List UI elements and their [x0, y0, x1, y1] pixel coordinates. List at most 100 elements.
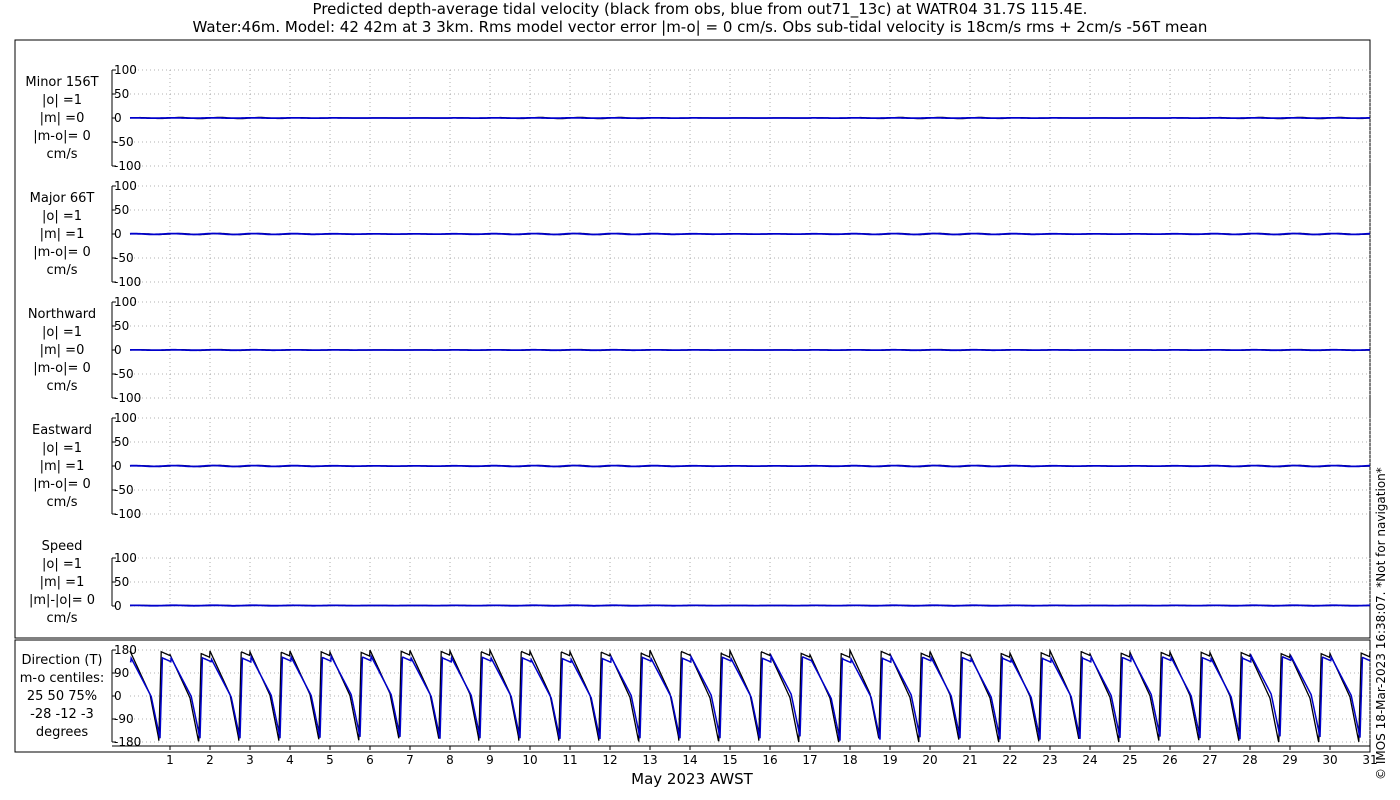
x-tick-label: 2 — [206, 753, 214, 767]
y-tick-label: 0 — [114, 227, 122, 241]
panel-label-line: Major 66T — [30, 191, 95, 206]
x-tick-label: 13 — [642, 753, 657, 767]
x-tick-label: 25 — [1122, 753, 1137, 767]
x-tick-label: 30 — [1322, 753, 1337, 767]
panel-major: 100 50 0 -50 -100 Major 66T |o| =1 |m| =1 |m-o|=… — [30, 179, 1371, 289]
credit-text: © IMOS 18-Mar-2023 16:38:07. *Not for na… — [1374, 467, 1388, 780]
panel-label-line: |m-o|= 0 — [33, 245, 91, 260]
panel-northward: 100 50 0 -50 -100 Northward |o| =1 |m| =0 |m-o|=… — [28, 295, 1371, 405]
panel-label-line: |m-o|= 0 — [33, 129, 91, 144]
x-tick-label: 16 — [762, 753, 777, 767]
y-tick-label: 100 — [114, 63, 137, 77]
panel-label-line: Eastward — [32, 423, 92, 438]
y-tick-label: -100 — [114, 391, 141, 405]
panel-label-line: 25 50 75% — [27, 689, 97, 704]
series-model-line — [129, 232, 1370, 236]
panel-label-line: |o| =1 — [42, 209, 82, 224]
y-tick-label: 0 — [114, 343, 122, 357]
y-tick-label: 100 — [114, 551, 137, 565]
panel-eastward: 100 50 0 -50 -100 Eastward |o| =1 |m| =1 |m-o|= … — [32, 411, 1371, 521]
y-tick-label: -100 — [114, 275, 141, 289]
y-tick-label: 50 — [114, 87, 129, 101]
y-tick-label: 50 — [114, 435, 129, 449]
y-tick-label: -50 — [114, 367, 134, 381]
x-tick-label: 12 — [602, 753, 617, 767]
panel-label-line: cm/s — [47, 263, 78, 278]
x-tick-label: 23 — [1042, 753, 1057, 767]
y-tick-label: 50 — [114, 575, 129, 589]
y-tick-label: -50 — [114, 135, 134, 149]
y-tick-label: 100 — [114, 295, 137, 309]
x-tick-label: 7 — [406, 753, 414, 767]
y-tick-label: 90 — [114, 666, 129, 680]
y-tick-label: 0 — [114, 599, 122, 613]
panel-label-line: Speed — [42, 539, 83, 554]
panel-speed: 100 50 0 Speed |o| =1 |m| =1 |m|-|o|= 0 cm/s — [29, 539, 1371, 626]
y-tick-label: 180 — [114, 643, 137, 657]
panel-label-line: Northward — [28, 307, 96, 322]
y-tick-label: 50 — [114, 203, 129, 217]
x-tick-label: 18 — [842, 753, 857, 767]
x-tick-label: 3 — [246, 753, 254, 767]
x-tick-label: 24 — [1082, 753, 1097, 767]
x-tick-label: 20 — [922, 753, 937, 767]
x-tick-label: 15 — [722, 753, 737, 767]
panel-label-line: |m| =1 — [40, 575, 85, 590]
y-tick-label: 0 — [114, 459, 122, 473]
panel-label-line: cm/s — [47, 495, 78, 510]
panel-label-line: Minor 156T — [25, 75, 98, 90]
tidal-velocity-chart: 100500-50-100Minor 156T|o| =1|m| =0|m-o|… — [14, 39, 1378, 788]
x-tick-label: 6 — [366, 753, 374, 767]
panel-label-line: |m| =0 — [40, 111, 85, 126]
x-tick-label: 10 — [522, 753, 537, 767]
x-tick-label: 5 — [326, 753, 334, 767]
x-tick-label: 1 — [166, 753, 174, 767]
y-tick-label: -90 — [114, 712, 134, 726]
y-tick-label: -50 — [114, 483, 134, 497]
panel-label-line: |o| =1 — [42, 557, 82, 572]
x-tick-label: 11 — [562, 753, 577, 767]
panel-label-line: cm/s — [47, 379, 78, 394]
panel-label-line: |o| =1 — [42, 325, 82, 340]
panel-label-line: |m-o|= 0 — [33, 477, 91, 492]
panel-label-line: |o| =1 — [42, 93, 82, 108]
x-tick-label: 21 — [962, 753, 977, 767]
panel-label-line: |m| =1 — [40, 459, 85, 474]
x-tick-label: 26 — [1162, 753, 1177, 767]
x-tick-label: 28 — [1242, 753, 1257, 767]
panel-direction: 180 90 0 -90 -180 Direction (T) m-o centiles: 2… — [20, 643, 1378, 788]
y-tick-label: 50 — [114, 319, 129, 333]
panel-label-line: Direction (T) — [22, 653, 103, 668]
y-tick-label: 0 — [114, 689, 122, 703]
y-tick-label: 0 — [114, 111, 122, 125]
panel-minor: 100 50 0 -50 -100 Minor 156T |o| =1 |m| =0 |m-o|… — [25, 63, 1371, 173]
y-tick-label: -50 — [114, 251, 134, 265]
x-tick-label: 19 — [882, 753, 897, 767]
x-tick-label: 27 — [1202, 753, 1217, 767]
series-model-line — [130, 604, 1370, 607]
panel-label-line: |m| =1 — [40, 227, 85, 242]
panel-label-line: cm/s — [47, 147, 78, 162]
x-axis-label: May 2023 AWST — [631, 770, 754, 788]
upper-frame — [14, 39, 1371, 639]
y-tick-label: -100 — [114, 507, 141, 521]
panel-label-line: |o| =1 — [42, 441, 82, 456]
panel-label-line: |m-o|= 0 — [33, 361, 91, 376]
x-tick-label: 14 — [682, 753, 697, 767]
panel-label-line: degrees — [36, 725, 89, 740]
x-tick-label: 8 — [446, 753, 454, 767]
x-tick-label: 29 — [1282, 753, 1297, 767]
panel-label-line: m-o centiles: — [20, 671, 105, 686]
y-tick-label: 100 — [114, 411, 137, 425]
x-tick-label: 4 — [286, 753, 294, 767]
y-tick-label: -100 — [114, 159, 141, 173]
panel-label-line: cm/s — [47, 611, 78, 626]
panel-label-line: |m| =0 — [40, 343, 85, 358]
x-tick-label: 9 — [486, 753, 494, 767]
y-tick-label: 100 — [114, 179, 137, 193]
panel-label-line: -28 -12 -3 — [30, 707, 94, 722]
x-tick-label: 22 — [1002, 753, 1017, 767]
series-model-line — [129, 464, 1370, 468]
panel-label-line: |m|-|o|= 0 — [29, 593, 95, 608]
x-tick-label: 17 — [802, 753, 817, 767]
